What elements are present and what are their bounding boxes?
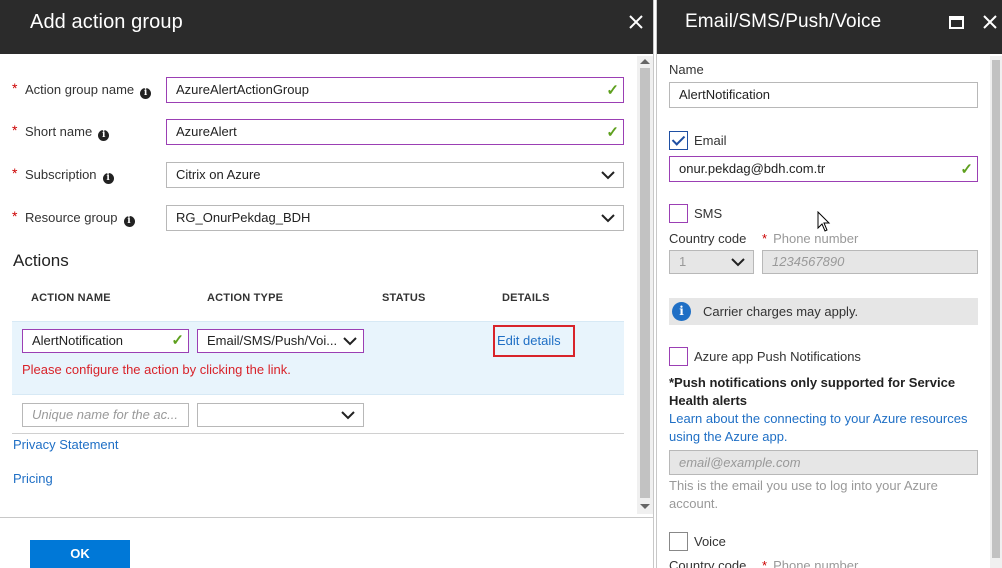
close-icon[interactable]: [628, 12, 644, 34]
mouse-cursor-icon: [817, 211, 831, 232]
pricing-link[interactable]: Pricing: [13, 471, 53, 486]
chevron-down-icon: [343, 334, 357, 348]
sms-checkbox[interactable]: [669, 204, 688, 223]
scroll-thumb[interactable]: [992, 60, 1000, 558]
carrier-note: Carrier charges may apply.: [703, 304, 859, 319]
select-value: Citrix on Azure: [176, 167, 261, 182]
email-label: Email: [694, 133, 727, 148]
column-header-action-name: ACTION NAME: [31, 292, 111, 304]
new-action-row: Unique name for the ac...: [12, 396, 624, 434]
close-icon[interactable]: [982, 12, 998, 34]
valid-check-icon: ✓: [960, 161, 973, 178]
required-asterisk: *: [12, 165, 18, 181]
input-value: AzureAlert: [176, 124, 237, 139]
column-header-status: STATUS: [382, 292, 426, 304]
required-asterisk: *: [12, 208, 18, 224]
vertical-scrollbar[interactable]: [637, 56, 653, 514]
blade-title: Add action group: [30, 11, 183, 33]
voice-phone-number-label: * Phone number: [762, 558, 858, 568]
valid-check-icon: ✓: [171, 332, 184, 349]
carrier-info-banner: i Carrier charges may apply.: [669, 298, 978, 325]
chevron-down-icon: [601, 171, 615, 180]
blade-header: Add action group: [0, 0, 653, 54]
input-value: AlertNotification: [32, 333, 124, 348]
field-label: Short name i: [25, 124, 110, 141]
name-input[interactable]: AlertNotification: [669, 82, 978, 108]
field-label: Subscription i: [25, 167, 114, 184]
phone-number-input[interactable]: 1234567890: [762, 250, 978, 274]
column-header-details: DETAILS: [502, 292, 550, 304]
push-helper-text: This is the email you use to log into yo…: [669, 478, 938, 511]
country-code-select[interactable]: 1: [669, 250, 754, 274]
footer-divider: [0, 517, 653, 518]
subscription-select[interactable]: Citrix on Azure: [166, 162, 624, 188]
required-asterisk: *: [762, 558, 768, 568]
action-group-name-row: * Action group name i AzureAlertActionGro…: [12, 77, 624, 103]
required-asterisk: *: [12, 122, 18, 138]
validation-error: Please configure the action by clicking …: [22, 362, 291, 377]
blade-title: Email/SMS/Push/Voice: [685, 11, 882, 32]
phone-number-label: * Phone number: [762, 231, 859, 246]
info-icon[interactable]: i: [98, 130, 110, 141]
required-asterisk: *: [12, 80, 18, 96]
email-sms-push-voice-blade: Email/SMS/Push/Voice Name AlertNotificat…: [656, 0, 1002, 568]
info-icon: i: [672, 302, 691, 321]
field-label: Resource group i: [25, 210, 135, 227]
new-action-type-select[interactable]: [197, 403, 364, 427]
actions-section-title: Actions: [13, 251, 69, 270]
chevron-down-icon: [601, 214, 615, 223]
valid-check-icon: ✓: [606, 82, 619, 99]
new-action-name-input[interactable]: Unique name for the ac...: [22, 403, 189, 427]
resource-group-select[interactable]: RG_OnurPekdag_BDH: [166, 205, 624, 231]
edit-details-link[interactable]: Edit details: [493, 325, 575, 357]
email-checkbox[interactable]: [669, 131, 688, 150]
valid-check-icon: ✓: [606, 124, 619, 141]
short-name-row: * Short name i AzureAlert ✓: [12, 119, 624, 145]
maximize-icon[interactable]: [949, 16, 964, 29]
voice-checkbox[interactable]: [669, 532, 688, 551]
push-email-input[interactable]: email@example.com: [669, 450, 978, 475]
column-header-action-type: ACTION TYPE: [207, 292, 284, 304]
chevron-down-icon: [341, 411, 355, 420]
resource-group-row: * Resource group i RG_OnurPekdag_BDH: [12, 205, 624, 231]
select-value: 1: [679, 254, 687, 269]
scroll-down-arrow[interactable]: [640, 504, 650, 509]
chevron-down-icon: [731, 258, 745, 267]
sms-label: SMS: [694, 206, 723, 221]
vertical-scrollbar[interactable]: [990, 56, 1002, 568]
action-type-select[interactable]: Email/SMS/Push/Voi...: [197, 329, 364, 353]
table-row: AlertNotification ✓ Email/SMS/Push/Voi..…: [12, 321, 624, 395]
action-name-input[interactable]: AlertNotification ✓: [22, 329, 189, 353]
blade-header: Email/SMS/Push/Voice: [657, 0, 1002, 54]
info-icon[interactable]: i: [123, 216, 135, 227]
voice-label: Voice: [694, 534, 726, 549]
push-label: Azure app Push Notifications: [694, 349, 861, 364]
subscription-row: * Subscription i Citrix on Azure: [12, 162, 624, 188]
short-name-input[interactable]: AzureAlert ✓: [166, 119, 624, 145]
push-checkbox[interactable]: [669, 347, 688, 366]
scroll-up-arrow[interactable]: [640, 59, 650, 64]
name-label: Name: [669, 62, 704, 77]
push-note: *Push notifications only supported for S…: [669, 375, 956, 408]
scroll-thumb[interactable]: [640, 68, 650, 498]
field-label: Action group name i: [25, 82, 152, 99]
input-value: onur.pekdag@bdh.com.tr: [679, 161, 826, 176]
add-action-group-blade: Add action group * Action group name i Az…: [0, 0, 654, 568]
email-input[interactable]: onur.pekdag@bdh.com.tr ✓: [669, 156, 978, 182]
required-asterisk: *: [762, 231, 768, 246]
country-code-label: Country code: [669, 231, 747, 246]
ok-button[interactable]: OK: [30, 540, 130, 568]
voice-country-code-label: Country code: [669, 558, 747, 568]
select-value: RG_OnurPekdag_BDH: [176, 210, 311, 225]
info-icon[interactable]: i: [140, 88, 152, 99]
input-value: AzureAlertActionGroup: [176, 82, 309, 97]
info-icon[interactable]: i: [102, 173, 114, 184]
action-group-name-input[interactable]: AzureAlertActionGroup ✓: [166, 77, 624, 103]
select-value: Email/SMS/Push/Voi...: [207, 333, 338, 348]
azure-app-learn-link[interactable]: Learn about the connecting to your Azure…: [669, 410, 981, 446]
privacy-statement-link[interactable]: Privacy Statement: [13, 437, 119, 452]
